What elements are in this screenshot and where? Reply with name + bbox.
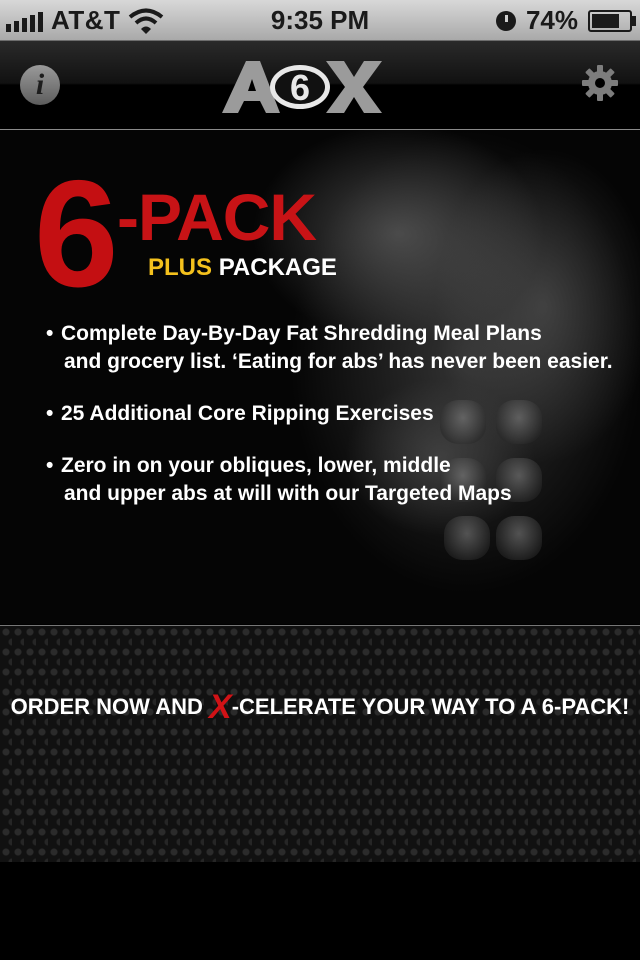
status-right: 74% xyxy=(495,5,636,36)
svg-text:6: 6 xyxy=(290,67,310,108)
alarm-clock-icon xyxy=(495,10,516,31)
bottom-area xyxy=(0,862,640,960)
title-number: 6 xyxy=(34,149,119,319)
feature-line: Complete Day-By-Day Fat Shredding Meal P… xyxy=(61,322,542,345)
feature-item: • Complete Day-By-Day Fat Shredding Meal… xyxy=(46,320,626,376)
feature-list: • Complete Day-By-Day Fat Shredding Meal… xyxy=(46,320,626,532)
nav-bar: i 6 xyxy=(0,41,640,130)
order-text-x: X xyxy=(209,688,232,726)
promo-panel: 6 -PACK PLUS PACKAGE • Complete Day-By-D… xyxy=(0,130,640,624)
status-bar: AT&T 9:35 PM 74% xyxy=(0,0,640,41)
feature-item: • Zero in on your obliques, lower, middl… xyxy=(46,452,626,508)
title-word: -PACK xyxy=(117,180,317,254)
feature-item: • 25 Additional Core Ripping Exercises xyxy=(46,402,434,425)
info-icon: i xyxy=(35,68,45,101)
battery-icon xyxy=(588,9,636,32)
package-subtitle: PLUS PACKAGE xyxy=(148,256,337,280)
feature-line: 25 Additional Core Ripping Exercises xyxy=(61,402,434,425)
feature-line: and grocery list. ‘Eating for abs’ has n… xyxy=(64,350,613,373)
order-text-before: ORDER NOW AND xyxy=(10,694,210,719)
info-button[interactable]: i xyxy=(20,65,60,105)
subtitle-package: PACKAGE xyxy=(218,254,337,281)
battery-level-fill xyxy=(592,13,619,28)
order-now-text[interactable]: ORDER NOW AND X-CELERATE YOUR WAY TO A 6… xyxy=(0,688,640,727)
feature-line: and upper abs at will with our Targeted … xyxy=(64,482,512,505)
order-text-after: -CELERATE YOUR WAY TO A 6-PACK! xyxy=(231,694,630,719)
a6x-logo: 6 xyxy=(222,61,382,113)
order-now-banner[interactable]: ORDER NOW AND X-CELERATE YOUR WAY TO A 6… xyxy=(0,625,640,863)
feature-line: Zero in on your obliques, lower, middle xyxy=(61,454,451,477)
subtitle-plus: PLUS xyxy=(148,254,213,281)
battery-percent: 74% xyxy=(525,5,578,35)
gear-icon[interactable] xyxy=(580,63,620,103)
